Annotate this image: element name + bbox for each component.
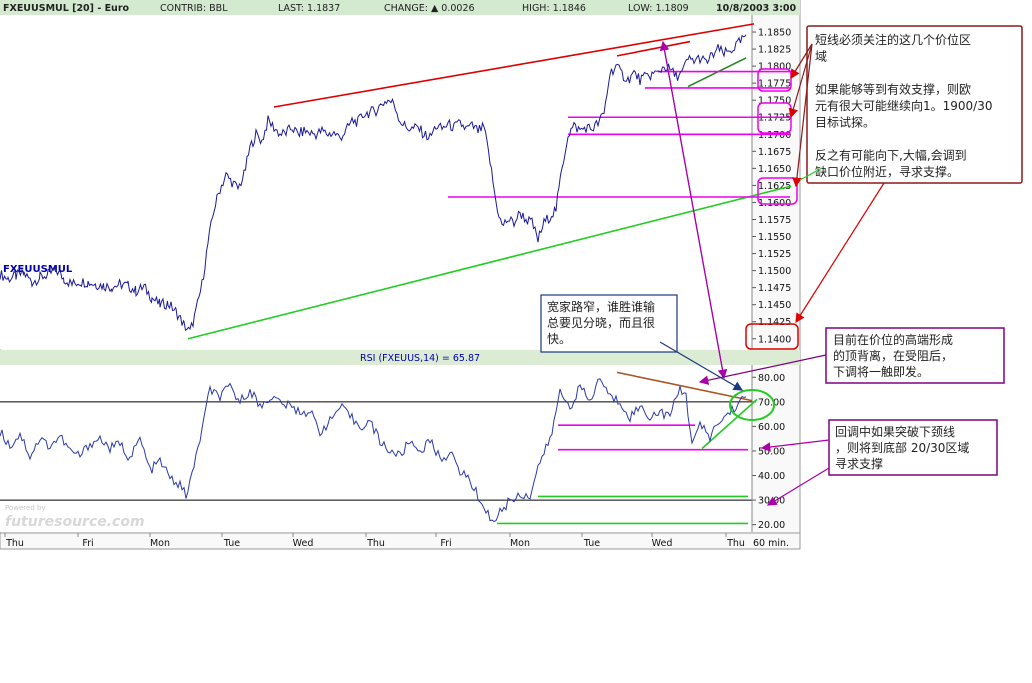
annotation-line: 快。 [547,332,571,346]
price-tick-label: 1.1550 [758,232,791,243]
x-tick-label: Tue [223,538,240,549]
change-label: CHANGE: ▲ 0.0026 [384,3,475,14]
x-tick-label: Fri [440,538,451,549]
low-label: LOW: 1.1809 [628,3,689,14]
price-tick-label: 1.1525 [758,249,791,260]
rsi-tick-label: 40.00 [758,471,785,482]
price-tick-label: 1.1725 [758,113,791,124]
x-tick-label: Mon [510,538,530,549]
x-tick-label: Wed [652,538,673,549]
high-label: HIGH: 1.1846 [522,3,586,14]
contrib-label: CONTRIB: BBL [160,3,228,14]
annotation-line: 如果能够等到有效支撑，则欧 [815,82,971,97]
x-tick-label: Thu [726,538,745,549]
x-unit-label: 60 min. [753,538,789,549]
datetime-label: 10/8/2003 3:00 [716,3,797,14]
rsi-title: RSI (FXEUUS,14) = 65.87 [360,353,480,364]
price-tick-label: 1.1450 [758,300,791,311]
annotation-line: 宽家路窄，谁胜谁输 [547,299,655,314]
annotation-line: 短线必须关注的这几个价位区 [815,32,971,47]
price-tick-label: 1.1500 [758,266,791,277]
x-tick-label: Thu [5,538,24,549]
annotation-line: 目前在价位的高端形成 [833,332,953,347]
price-tick-label: 1.1650 [758,164,791,175]
rsi-tick-label: 80.00 [758,373,785,384]
symbol-label: FXEUUSMUL [20] - Euro [3,3,130,14]
watermark-main: futuresource.com [5,514,145,530]
annotation-line: 元有很大可能继续向1。1900/30 [815,98,993,113]
x-tick-label: Tue [583,538,600,549]
x-tick-label: Wed [293,538,314,549]
annotation-line: 总要见分晓，而且很 [547,316,655,330]
annotation-line: ，则将到底部 20/30区域 [835,440,969,455]
price-tick-label: 1.1475 [758,283,791,294]
rsi-panel [0,365,752,532]
price-tick-label: 1.1575 [758,215,791,226]
price-tick-label: 1.1400 [758,334,791,345]
x-tick-label: Mon [150,538,170,549]
price-tick-label: 1.1825 [758,45,791,56]
price-tick-label: 1.1700 [758,130,791,141]
annotation-line: 回调中如果突破下颈线 [835,424,955,439]
watermark-small: Powered by [5,504,46,512]
rsi-tick-label: 60.00 [758,422,785,433]
annotation-line: 的顶背离，在受阻后， [833,348,953,363]
price-tick-label: 1.1850 [758,28,791,39]
price-tick-label: 1.1750 [758,96,791,107]
price-tick-label: 1.1425 [758,317,791,328]
price-tick-label: 1.1675 [758,147,791,158]
rsi-tick-label: 20.00 [758,520,785,531]
annotation-line: 域 [815,50,827,64]
annotation-line: 反之有可能向下,大幅,会调到 [815,148,967,163]
x-tick-label: Thu [366,538,385,549]
annotation-line: 寻求支撑 [835,456,883,471]
annotation-line: 缺口价位附近，寻求支撑。 [815,164,959,179]
annotation-line: 下调将一触即发。 [833,364,929,379]
chart-root: FXEUUSMUL [20] - Euro CONTRIB: BBL LAST:… [0,0,1032,683]
last-label: LAST: 1.1837 [278,3,340,14]
annotation-line: 目标试探。 [815,115,875,130]
x-tick-label: Fri [82,538,93,549]
